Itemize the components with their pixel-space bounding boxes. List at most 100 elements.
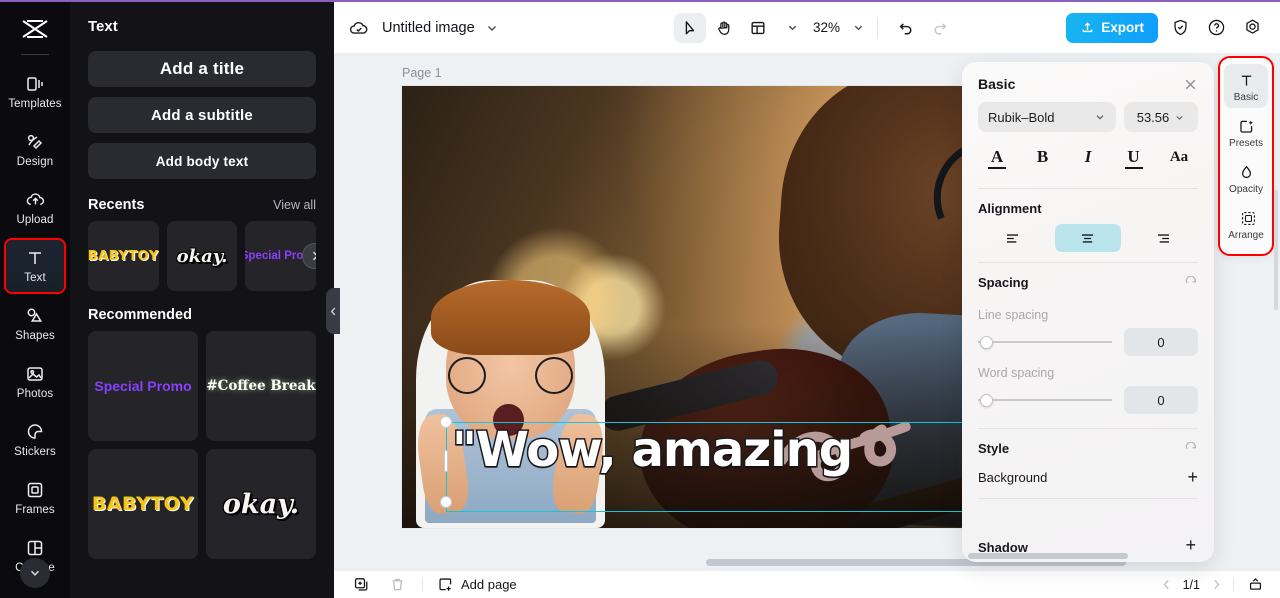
- rail-divider: [21, 54, 49, 55]
- background-row[interactable]: Background +: [962, 464, 1214, 486]
- sidebar-item-stickers[interactable]: Stickers: [6, 414, 64, 466]
- bold-button[interactable]: B: [1028, 144, 1058, 170]
- text-panel: Text Add a title Add a subtitle Add body…: [70, 0, 334, 598]
- close-icon[interactable]: [1183, 77, 1198, 92]
- recents-tile-row: BABYTOY okay. Special Promo: [70, 221, 334, 291]
- sidebar-item-upload[interactable]: Upload: [6, 182, 64, 234]
- line-spacing-slider[interactable]: [978, 333, 1112, 351]
- line-spacing-row: 0: [962, 324, 1214, 356]
- right-rail-item-opacity[interactable]: Opacity: [1224, 156, 1268, 200]
- recents-tile[interactable]: Special Promo: [245, 221, 317, 291]
- shapes-icon: [24, 305, 46, 327]
- carousel-next-icon[interactable]: [302, 243, 317, 269]
- font-size-select[interactable]: 53.56: [1124, 102, 1198, 132]
- text-case-button[interactable]: Aa: [1164, 144, 1194, 170]
- next-page-icon[interactable]: [1210, 578, 1223, 591]
- add-a-title-button[interactable]: Add a title: [88, 51, 316, 87]
- add-a-subtitle-button[interactable]: Add a subtitle: [88, 97, 316, 133]
- toolbar-divider: [877, 17, 879, 38]
- recents-tile[interactable]: okay.: [166, 221, 238, 291]
- recommended-tile[interactable]: #Coffee Break: [206, 331, 316, 441]
- text-color-button[interactable]: A: [982, 144, 1012, 170]
- recommended-heading: Recommended: [88, 307, 192, 323]
- capcut-logo-icon[interactable]: [18, 16, 52, 42]
- sidebar-item-design[interactable]: Design: [6, 124, 64, 176]
- export-button[interactable]: Export: [1066, 12, 1158, 43]
- word-spacing-input[interactable]: 0: [1124, 386, 1198, 414]
- rail-expand-more-button[interactable]: [20, 558, 50, 588]
- recommended-tile[interactable]: okay.: [206, 449, 316, 559]
- font-family-select[interactable]: Rubik–Bold: [978, 102, 1116, 132]
- line-spacing-input[interactable]: 0: [1124, 328, 1198, 356]
- underline-button[interactable]: U: [1119, 144, 1149, 170]
- redo-button[interactable]: [924, 13, 956, 43]
- settings-gear-icon[interactable]: [1238, 14, 1266, 42]
- selection-handle-bottom-left[interactable]: [440, 496, 452, 508]
- right-rail-scrollbar[interactable]: [1274, 190, 1278, 310]
- add-page-button[interactable]: Add page: [437, 576, 517, 593]
- sidebar-item-frames[interactable]: Frames: [6, 472, 64, 524]
- recommended-tile[interactable]: BABYTOY: [88, 449, 198, 559]
- selection-handle-top-left[interactable]: [440, 416, 452, 428]
- sidebar-item-photos[interactable]: Photos: [6, 356, 64, 408]
- select-tool-button[interactable]: [674, 12, 706, 43]
- right-rail-label: Opacity: [1229, 184, 1263, 195]
- italic-button[interactable]: I: [1073, 144, 1103, 170]
- add-body-text-button[interactable]: Add body text: [88, 143, 316, 179]
- duplicate-page-icon[interactable]: [350, 574, 372, 596]
- sidebar-item-templates[interactable]: Templates: [6, 66, 64, 118]
- chevron-down-icon[interactable]: [485, 21, 499, 35]
- slider-track: [978, 399, 1112, 401]
- recommended-tile[interactable]: Special Promo: [88, 331, 198, 441]
- panel-collapse-handle[interactable]: [326, 288, 340, 334]
- zoom-level-value[interactable]: 32%: [813, 20, 840, 35]
- add-shadow-button[interactable]: +: [1185, 540, 1196, 552]
- collage-icon: [24, 537, 46, 559]
- properties-horizontal-scrollbar[interactable]: [968, 553, 1128, 559]
- present-icon[interactable]: [1244, 574, 1266, 596]
- align-center-button[interactable]: [1055, 224, 1121, 252]
- sidebar-item-shapes[interactable]: Shapes: [6, 298, 64, 350]
- hand-tool-button[interactable]: [708, 13, 740, 43]
- chevron-down-icon: [1174, 112, 1185, 123]
- word-spacing-slider[interactable]: [978, 391, 1112, 409]
- sidebar-item-text[interactable]: Text: [4, 238, 66, 294]
- slider-knob[interactable]: [980, 335, 993, 349]
- right-rail-item-arrange[interactable]: Arrange: [1224, 202, 1268, 246]
- selection-handle-left-middle[interactable]: [444, 450, 448, 472]
- text-t-icon: [24, 247, 46, 269]
- layout-tool-button[interactable]: [742, 13, 774, 43]
- right-rail-item-basic[interactable]: Basic: [1224, 64, 1268, 108]
- canvas-tool-group: 32%: [674, 12, 956, 43]
- add-page-label: Add page: [461, 577, 517, 592]
- properties-panel: Basic Rubik–Bold 53.56 A B I U Aa Alignm…: [962, 62, 1214, 562]
- right-rail-item-presets[interactable]: Presets: [1224, 110, 1268, 154]
- undo-button[interactable]: [890, 13, 922, 43]
- bottom-toolbar: Add page 1/1: [334, 570, 1280, 598]
- line-spacing-label: Line spacing: [978, 308, 1049, 322]
- recommended-tile-label: okay.: [222, 488, 300, 520]
- prev-page-icon[interactable]: [1160, 578, 1173, 591]
- recents-tile[interactable]: BABYTOY: [88, 221, 159, 291]
- add-background-button[interactable]: +: [1187, 468, 1198, 486]
- presets-icon: [1238, 116, 1255, 136]
- upload-arrow-icon: [1080, 20, 1095, 35]
- reset-icon[interactable]: [1184, 441, 1198, 456]
- font-row: Rubik–Bold 53.56: [962, 102, 1214, 132]
- document-title[interactable]: Untitled image: [382, 20, 475, 36]
- slider-knob[interactable]: [980, 393, 993, 407]
- layout-chevron-down-icon[interactable]: [786, 21, 799, 34]
- align-left-button[interactable]: [980, 224, 1045, 252]
- recommended-tile-label: BABYTOY: [91, 493, 195, 515]
- recents-view-all-link[interactable]: View all: [273, 198, 316, 212]
- reset-icon[interactable]: [1184, 275, 1198, 290]
- question-circle-icon[interactable]: [1202, 14, 1230, 42]
- templates-icon: [24, 73, 46, 95]
- delete-page-icon[interactable]: [386, 574, 408, 596]
- cutout-hair: [431, 280, 590, 355]
- sticker-cutout-man[interactable]: [413, 280, 608, 528]
- shield-check-icon[interactable]: [1166, 14, 1194, 42]
- canvas-text-element[interactable]: "Wow, amazing: [450, 425, 854, 476]
- align-right-button[interactable]: [1131, 224, 1196, 252]
- zoom-chevron-down-icon[interactable]: [852, 21, 865, 34]
